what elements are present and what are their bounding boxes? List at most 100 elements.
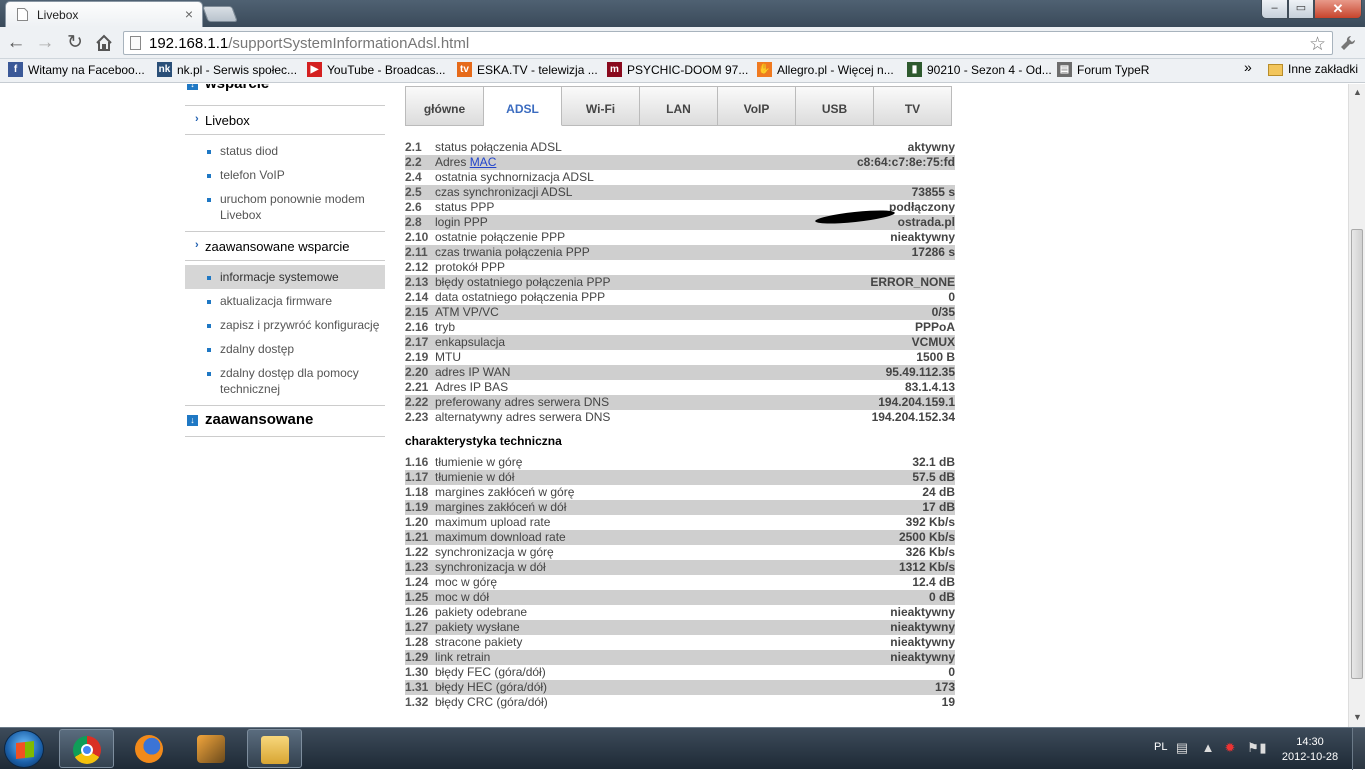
sidebar-item-zdalny-dostep-pomoc[interactable]: zdalny dostęp dla pomocy technicznej bbox=[185, 361, 385, 401]
table-row: 2.12 protokół PPP bbox=[405, 260, 955, 275]
antivirus-icon[interactable]: ✹ bbox=[1222, 740, 1238, 756]
tab-tv[interactable]: TV bbox=[874, 86, 952, 126]
sidebar-item-status-diod[interactable]: status diod bbox=[185, 139, 385, 163]
livebox-list: status diod telefon VoIP uruchom ponowni… bbox=[185, 135, 385, 232]
start-button[interactable] bbox=[4, 730, 44, 768]
row-number: 1.28 bbox=[405, 635, 429, 649]
scroll-down-icon[interactable]: ▼ bbox=[1353, 712, 1362, 722]
scroll-up-icon[interactable]: ▲ bbox=[1353, 87, 1362, 97]
facebook-icon: f bbox=[8, 62, 23, 78]
arrow-down-square-icon: ↓ bbox=[187, 415, 198, 426]
section-wsparcie[interactable]: ↓ wsparcie bbox=[185, 84, 385, 106]
wrench-menu-icon[interactable] bbox=[1339, 34, 1357, 52]
row-value: PPPoA bbox=[914, 320, 955, 334]
sidebar-item-zaawansowane-wsparcie[interactable]: › zaawansowane wsparcie bbox=[185, 232, 385, 261]
firefox-icon bbox=[135, 735, 163, 763]
row-label: moc w dół bbox=[435, 590, 490, 604]
table-row: 2.2 Adres MAC c8:64:c7:8e:75:fd bbox=[405, 155, 955, 170]
row-number: 2.6 bbox=[405, 200, 422, 214]
taskbar-chrome[interactable] bbox=[59, 729, 114, 768]
page-icon bbox=[130, 36, 141, 50]
row-number: 2.10 bbox=[405, 230, 429, 244]
bookmark-star-icon[interactable]: ☆ bbox=[1309, 33, 1326, 56]
reload-icon[interactable]: ↻ bbox=[64, 32, 86, 54]
minimize-button[interactable]: – bbox=[1261, 0, 1288, 19]
row-label: adres IP WAN bbox=[435, 365, 511, 379]
table-row: 2.10 ostatnie połączenie PPP nieaktywny bbox=[405, 230, 955, 245]
clock[interactable]: 14:30 2012-10-28 bbox=[1270, 735, 1350, 765]
page-icon bbox=[17, 8, 28, 21]
table-row: 1.22 synchronizacja w górę 326 Kb/s bbox=[405, 545, 955, 560]
row-label: synchronizacja w górę bbox=[435, 545, 554, 559]
keyboard-icon[interactable]: ▤ bbox=[1174, 740, 1190, 756]
taskbar-winamp[interactable] bbox=[184, 729, 239, 768]
tab-close-icon[interactable]: × bbox=[185, 6, 193, 22]
folder-icon bbox=[1268, 63, 1283, 76]
bookmark-item[interactable]: tv ESKA.TV - telewizja ... bbox=[457, 62, 598, 80]
sidebar-item-zdalny-dostep[interactable]: zdalny dostęp bbox=[185, 337, 385, 361]
adsl-info-table: 2.1 status połączenia ADSL aktywny 2.2 Adres… bbox=[405, 140, 955, 425]
maximize-button[interactable]: ▭ bbox=[1288, 0, 1314, 19]
row-value: c8:64:c7:8e:75:fd bbox=[856, 155, 955, 169]
table-row: 1.26 pakiety odebrane nieaktywny bbox=[405, 605, 955, 620]
table-row: 1.24 moc w górę 12.4 dB bbox=[405, 575, 955, 590]
scrollbar-thumb[interactable] bbox=[1351, 229, 1363, 679]
vertical-scrollbar[interactable]: ▲ ▼ bbox=[1348, 84, 1365, 727]
forum-icon: ▤ bbox=[1057, 62, 1072, 78]
mac-link[interactable]: MAC bbox=[470, 155, 497, 169]
taskbar-firefox[interactable] bbox=[122, 729, 177, 768]
tab-wifi[interactable]: Wi-Fi bbox=[562, 86, 640, 126]
home-icon[interactable] bbox=[93, 32, 115, 54]
bookmark-item[interactable]: ▤ Forum TypeR bbox=[1057, 62, 1149, 80]
row-number: 2.21 bbox=[405, 380, 429, 394]
youtube-icon: ▶ bbox=[307, 62, 322, 78]
url-text: 192.168.1.1/supportSystemInformationAdsl… bbox=[149, 35, 470, 52]
bookmark-item[interactable]: f Witamy na Faceboo... bbox=[8, 62, 145, 80]
tab-lan[interactable]: LAN bbox=[640, 86, 718, 126]
sidebar-item-restart-modem[interactable]: uruchom ponownie modem Livebox bbox=[185, 187, 385, 227]
other-bookmarks-folder[interactable]: Inne zakładki bbox=[1268, 62, 1358, 76]
bookmark-item[interactable]: nk nk.pl - Serwis społec... bbox=[157, 62, 297, 80]
back-arrow-icon[interactable]: ← bbox=[5, 32, 27, 54]
tray-expand-icon[interactable]: ▲ bbox=[1200, 740, 1216, 756]
row-value: 0 bbox=[948, 665, 955, 679]
sidebar-item-aktualizacja-firmware[interactable]: aktualizacja firmware bbox=[185, 289, 385, 313]
table-row: 2.11 czas trwania połączenia PPP 17286 s bbox=[405, 245, 955, 260]
bookmark-item[interactable]: ▮ 90210 - Sezon 4 - Od... bbox=[907, 62, 1052, 80]
show-desktop-button[interactable] bbox=[1352, 728, 1365, 770]
eskatv-icon: tv bbox=[457, 62, 472, 78]
row-value: 2500 Kb/s bbox=[898, 530, 955, 544]
new-tab-button[interactable] bbox=[202, 6, 238, 22]
taskbar-explorer[interactable] bbox=[247, 729, 302, 768]
row-label: tryb bbox=[435, 320, 456, 334]
tab-usb[interactable]: USB bbox=[796, 86, 874, 126]
sidebar-item-informacje-systemowe[interactable]: informacje systemowe bbox=[185, 265, 385, 289]
row-value: nieaktywny bbox=[890, 635, 955, 649]
table-row: 2.20 adres IP WAN 95.49.112.35 bbox=[405, 365, 955, 380]
forward-arrow-icon[interactable]: → bbox=[34, 32, 56, 54]
address-bar[interactable]: 192.168.1.1/supportSystemInformationAdsl… bbox=[123, 31, 1333, 55]
bookmarks-overflow-icon[interactable]: » bbox=[1244, 59, 1252, 75]
row-label: błędy FEC (góra/dół) bbox=[435, 665, 546, 679]
row-value: ERROR_NONE bbox=[870, 275, 955, 289]
language-indicator[interactable]: PL bbox=[1154, 741, 1167, 753]
page-tabs: główne ADSL Wi-Fi LAN VoIP USB TV bbox=[405, 86, 952, 126]
browser-tab[interactable]: Livebox × bbox=[5, 1, 203, 27]
arrow-down-square-icon: ↓ bbox=[187, 84, 198, 90]
sidebar-item-telefon-voip[interactable]: telefon VoIP bbox=[185, 163, 385, 187]
bookmark-item[interactable]: ▶ YouTube - Broadcas... bbox=[307, 62, 446, 80]
tab-glowne[interactable]: główne bbox=[406, 86, 484, 126]
tab-voip[interactable]: VoIP bbox=[718, 86, 796, 126]
row-number: 1.22 bbox=[405, 545, 429, 559]
sidebar-item-livebox[interactable]: › Livebox bbox=[185, 106, 385, 135]
tab-adsl[interactable]: ADSL bbox=[484, 86, 562, 126]
table-row: 1.29 link retrain nieaktywny bbox=[405, 650, 955, 665]
bookmark-item[interactable]: ✋ Allegro.pl - Więcej n... bbox=[757, 62, 894, 80]
row-value: 12.4 dB bbox=[912, 575, 955, 589]
section-zaawansowane[interactable]: ↓ zaawansowane bbox=[185, 406, 385, 437]
network-icon[interactable]: ▮ bbox=[1255, 740, 1271, 756]
bookmark-item[interactable]: m PSYCHIC-DOOM 97... bbox=[607, 62, 748, 80]
sidebar-item-zapisz-konfiguracje[interactable]: zapisz i przywróć konfigurację bbox=[185, 313, 385, 337]
table-row: 1.17 tłumienie w dół 57.5 dB bbox=[405, 470, 955, 485]
close-window-button[interactable]: ✕ bbox=[1314, 0, 1362, 19]
